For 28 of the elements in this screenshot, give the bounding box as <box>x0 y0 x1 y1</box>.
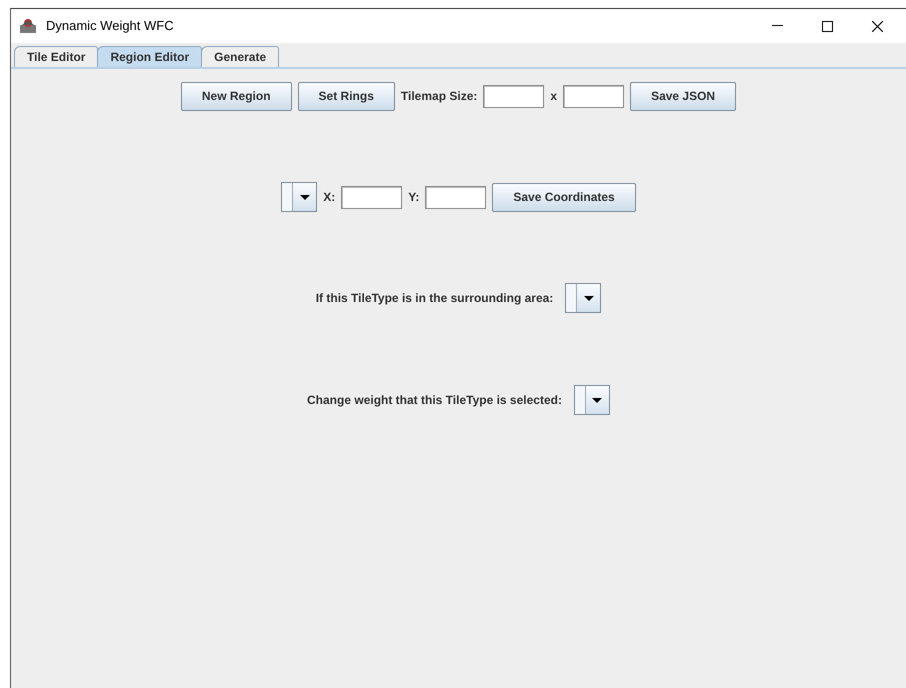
label: If this TileType is in the surrounding area: <box>316 291 554 305</box>
app-icon <box>19 18 37 34</box>
dropdown[interactable] <box>281 182 318 212</box>
caret-icon <box>592 398 602 402</box>
text-field[interactable] <box>483 84 544 108</box>
button[interactable]: New Region <box>180 82 292 110</box>
button[interactable]: Set Rings <box>298 82 395 110</box>
label: Tilemap Size: <box>400 89 478 103</box>
minimize-icon[interactable] <box>772 25 782 27</box>
tab[interactable]: Generate <box>201 46 280 67</box>
button[interactable]: Save Coordinates <box>492 182 636 212</box>
dropdown[interactable] <box>565 283 602 313</box>
caret-icon <box>300 194 310 200</box>
tab[interactable]: Tile Editor <box>14 46 98 67</box>
close-icon[interactable] <box>872 20 882 32</box>
text-field[interactable] <box>563 84 624 108</box>
label: Change weight that this TileType is selected: <box>307 393 562 407</box>
maximize-icon[interactable] <box>822 20 832 32</box>
button[interactable]: Save JSON <box>630 82 736 110</box>
text-field[interactable] <box>341 186 402 208</box>
dropdown[interactable] <box>574 385 610 415</box>
tab[interactable]: Region Editor <box>97 46 202 67</box>
label: Y: <box>408 190 420 204</box>
caret-icon <box>584 296 594 300</box>
text-field[interactable] <box>425 186 486 208</box>
window-title: Dynamic Weight WFC <box>46 17 174 36</box>
label: X: <box>323 190 336 204</box>
label: x <box>550 89 558 103</box>
